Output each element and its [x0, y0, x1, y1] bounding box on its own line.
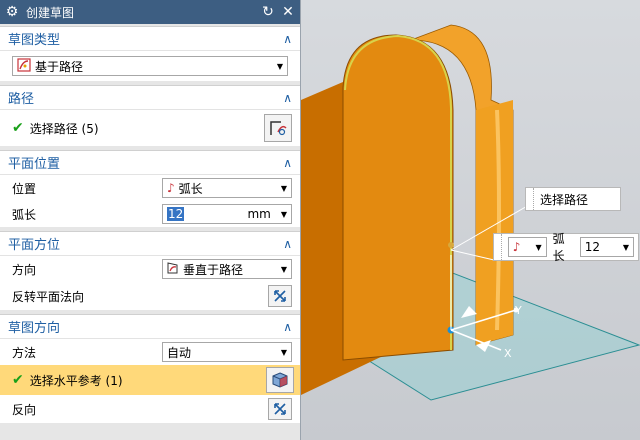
checkmark-icon: ✔ [12, 120, 24, 136]
drag-handle[interactable] [494, 234, 502, 260]
section-title: 草图类型 [8, 33, 61, 48]
reverse-normal-button[interactable] [268, 285, 292, 307]
select-horizontal-ref-row[interactable]: ✔ 选择水平参考 (1) [0, 365, 300, 395]
dialog-title: 创建草图 [26, 5, 75, 20]
section-header-path[interactable]: 路径 ∧ [0, 86, 300, 110]
chevron-down-icon[interactable]: ▼ [623, 243, 629, 252]
axis-label-y: Y [514, 304, 522, 317]
model-scene: Y X [301, 24, 640, 401]
section-title: 路径 [8, 92, 35, 107]
axis-label-x: X [504, 347, 512, 360]
direction-row: 方向 垂直于路径 ▼ [0, 256, 300, 282]
create-sketch-dialog: ⚙ 创建草图 ↻ ✕ 草图类型 ∧ 基于路径 ▼ 路径 ∧ ✔ 选择路径 (5)… [0, 0, 301, 440]
position-label: 位置 [12, 181, 37, 196]
side-wall [476, 100, 513, 345]
position-select[interactable]: ♪ 弧长 ▼ [162, 178, 292, 198]
sketch-type-select[interactable]: 基于路径 ▼ [12, 56, 288, 76]
arc-length-callout-input[interactable]: 12 ▼ [579, 237, 634, 257]
section-title: 平面位置 [8, 157, 61, 172]
chevron-down-icon[interactable]: ▼ [277, 62, 283, 71]
section-header-plane-orientation[interactable]: 平面方位 ∧ [0, 232, 300, 256]
chevron-up-icon[interactable]: ∧ [283, 91, 292, 105]
normal-to-path-icon [167, 261, 179, 277]
checkmark-icon: ✔ [12, 372, 24, 388]
arc-length-callout-label: 弧长 [552, 232, 565, 263]
chevron-up-icon[interactable]: ∧ [283, 32, 292, 46]
method-value: 自动 [167, 345, 192, 360]
sketch-type-value: 基于路径 [35, 59, 84, 74]
method-label: 方法 [12, 345, 37, 360]
arc-length-unit: mm [247, 207, 271, 221]
method-row: 方法 自动 ▼ [0, 339, 300, 365]
arc-length-value: 12 [167, 207, 247, 221]
reverse-normal-row: 反转平面法向 [0, 282, 300, 310]
chevron-down-icon[interactable]: ▼ [281, 210, 287, 219]
reverse-direction-icon [274, 290, 286, 302]
reverse-direction-icon [274, 403, 286, 415]
chevron-down-icon[interactable]: ▼ [281, 348, 287, 357]
method-select[interactable]: 自动 ▼ [162, 342, 292, 362]
path-point [448, 242, 454, 248]
sketch-type-row: 基于路径 ▼ [0, 51, 300, 81]
position-value: 弧长 [178, 181, 203, 196]
chevron-down-icon[interactable]: ▼ [281, 265, 287, 274]
direction-value: 垂直于路径 [183, 262, 244, 277]
select-curve-button[interactable] [264, 114, 292, 142]
drag-handle[interactable] [526, 188, 534, 210]
position-row: 位置 ♪ 弧长 ▼ [0, 175, 300, 201]
dialog-titlebar: ⚙ 创建草图 ↻ ✕ [0, 0, 300, 24]
select-path-row[interactable]: ✔ 选择路径 (5) [0, 110, 300, 146]
select-path-callout[interactable]: 选择路径 [525, 187, 621, 211]
section-sketch-type: 草图类型 ∧ 基于路径 ▼ [0, 26, 300, 81]
section-path: 路径 ∧ ✔ 选择路径 (5) [0, 85, 300, 146]
side-highlight [495, 109, 501, 331]
arc-length-label: 弧长 [12, 207, 37, 222]
reverse-normal-label: 反转平面法向 [12, 289, 85, 304]
section-title: 草图方向 [8, 321, 61, 336]
arc-length-input[interactable]: 12 mm ▼ [162, 204, 292, 224]
section-header-sketch-orientation[interactable]: 草图方向 ∧ [0, 315, 300, 339]
arc-length-selected-text: 12 [167, 207, 185, 221]
path-sketch-icon [17, 57, 31, 75]
direction-select[interactable]: 垂直于路径 ▼ [162, 259, 292, 279]
reverse-row: 反向 [0, 395, 300, 423]
section-plane-position: 平面位置 ∧ 位置 ♪ 弧长 ▼ 弧长 12 mm ▼ [0, 150, 300, 227]
section-sketch-orientation: 草图方向 ∧ 方法 自动 ▼ ✔ 选择水平参考 (1) 反向 [0, 314, 300, 423]
reverse-button[interactable] [268, 398, 292, 420]
direction-label: 方向 [12, 262, 37, 277]
chevron-down-icon[interactable]: ▼ [535, 243, 541, 252]
arc-length-row: 弧长 12 mm ▼ [0, 201, 300, 227]
section-header-plane-position[interactable]: 平面位置 ∧ [0, 151, 300, 175]
section-title: 平面方位 [8, 238, 61, 253]
arc-length-icon: ♪ [512, 240, 521, 254]
curve-select-icon [270, 121, 287, 136]
select-path-label: 选择路径 (5) [29, 121, 99, 136]
gear-icon[interactable]: ⚙ [4, 4, 20, 20]
section-plane-orientation: 平面方位 ∧ 方向 垂直于路径 ▼ 反转平面法向 [0, 231, 300, 310]
select-reference-button[interactable] [266, 367, 294, 393]
reverse-label: 反向 [12, 402, 37, 417]
close-icon[interactable]: ✕ [280, 4, 296, 20]
arc-length-mode-select[interactable]: ♪ ▼ [507, 237, 547, 257]
section-header-sketch-type[interactable]: 草图类型 ∧ [0, 27, 300, 51]
select-path-callout-label: 选择路径 [540, 192, 589, 207]
select-horizontal-ref-label: 选择水平参考 (1) [29, 373, 123, 388]
arc-length-callout[interactable]: ♪ ▼ 弧长 12 ▼ [493, 232, 639, 263]
chevron-down-icon[interactable]: ▼ [281, 184, 287, 193]
graphics-viewport[interactable]: Y X 选择路径 ♪ ▼ 弧长 12 ▼ [301, 0, 640, 440]
arc-length-callout-value: 12 [584, 240, 600, 254]
front-face [342, 34, 454, 361]
reset-icon[interactable]: ↻ [260, 4, 276, 20]
arc-length-icon: ♪ [167, 181, 175, 195]
cube-icon [272, 372, 288, 388]
chevron-up-icon[interactable]: ∧ [283, 237, 292, 251]
chevron-up-icon[interactable]: ∧ [283, 156, 292, 170]
chevron-up-icon[interactable]: ∧ [283, 320, 292, 334]
